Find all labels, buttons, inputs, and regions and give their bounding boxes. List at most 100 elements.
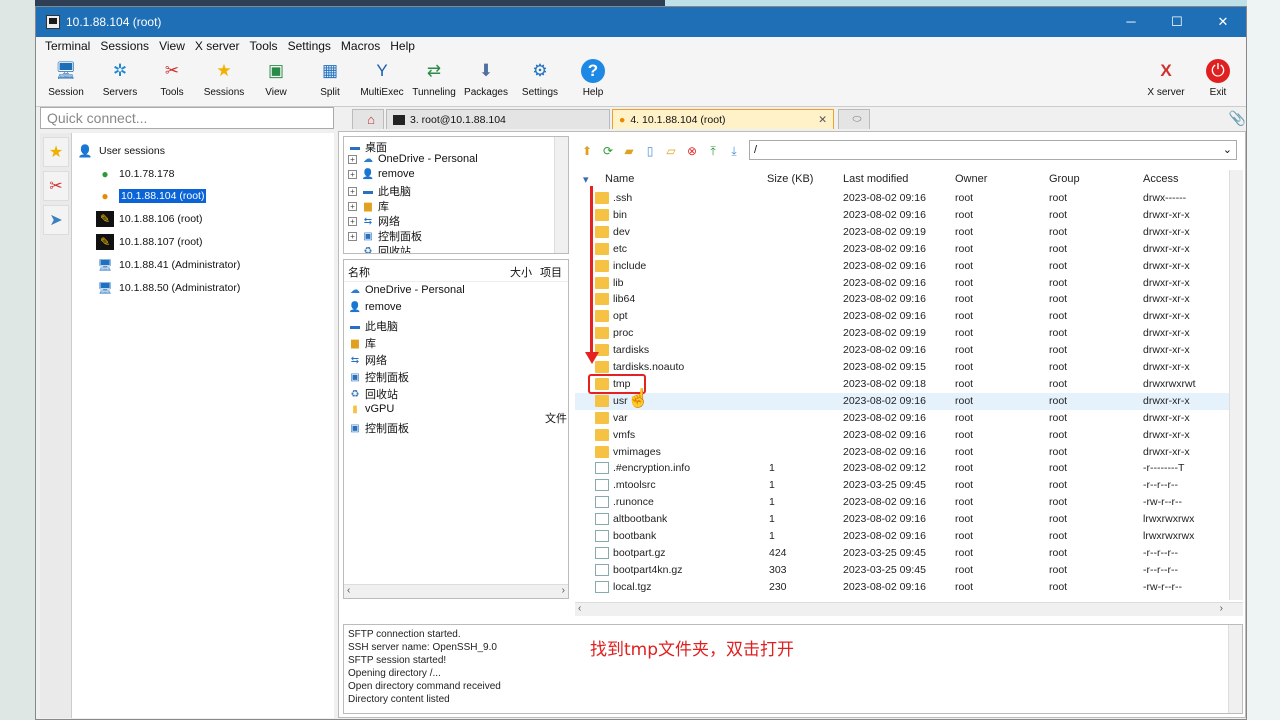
list-item[interactable]: ▣ 控制面板 xyxy=(348,369,409,385)
list-item[interactable]: ☁ OneDrive - Personal xyxy=(348,284,465,296)
toolbar-view-button[interactable]: ▣ View xyxy=(250,57,302,98)
path-input[interactable]: / ⌄ xyxy=(749,140,1237,160)
tree-item[interactable]: + ☁ OneDrive - Personal xyxy=(348,153,478,165)
menu-sessions[interactable]: Sessions xyxy=(95,39,154,53)
file-row-vmimages[interactable]: vmimages 2023-08-02 09:16 root root drwxr-xr… xyxy=(575,444,1229,461)
menu-settings[interactable]: Settings xyxy=(283,39,336,53)
col-size[interactable]: 大小 xyxy=(510,264,532,280)
toolbar-packages-button[interactable]: ⬇ Packages xyxy=(460,57,512,98)
list-item[interactable]: ⇆ 网络 xyxy=(348,352,387,368)
tab-sftp[interactable]: ● 4. 10.1.88.104 (root) ✕ xyxy=(612,109,834,129)
chevron-down-icon[interactable]: ⌄ xyxy=(1223,141,1232,159)
toolbar-settings-button[interactable]: ⚙ Settings xyxy=(514,57,566,98)
session-item[interactable]: 🖥 10.1.88.50 (Administrator) xyxy=(96,280,240,296)
col-owner[interactable]: Owner xyxy=(955,173,987,185)
file-row-lib64[interactable]: lib64 2023-08-02 09:16 root root drwxr-xr-x xyxy=(575,291,1229,308)
file-row-localtgz[interactable]: local.tgz 230 2023-08-02 09:16 root root -rw-… xyxy=(575,579,1229,596)
toolbar-servers-button[interactable]: ✲ Servers xyxy=(94,57,146,98)
tools-side-icon[interactable]: ✂ xyxy=(43,171,69,201)
file-row-tardisks[interactable]: tardisks 2023-08-02 09:16 root root drwxr-xr… xyxy=(575,342,1229,359)
toolbar-help-button[interactable]: ? Help xyxy=(567,57,619,98)
file-row-bootpartgz[interactable]: bootpart.gz 424 2023-03-25 09:45 root root -r… xyxy=(575,545,1229,562)
minimize-button[interactable]: ─ xyxy=(1108,14,1154,30)
file-row-dev[interactable]: dev 2023-08-02 09:19 root root drwxr-xr-x xyxy=(575,224,1229,241)
file-row-usr[interactable]: usr 2023-08-02 09:16 root root drwxr-xr-x xyxy=(575,392,1229,410)
list-item[interactable]: 👤 remove xyxy=(348,301,402,313)
download-icon[interactable]: ⤓ xyxy=(725,142,743,160)
file-row-include[interactable]: include 2023-08-02 09:16 root root drwxr-xr-… xyxy=(575,258,1229,275)
tree-item[interactable]: + ▬ 此电脑 xyxy=(348,183,411,199)
list-item[interactable]: ▮ vGPU xyxy=(348,403,394,415)
toolbar-exit-button[interactable]: ⏻ Exit xyxy=(1192,57,1244,98)
sessions-root[interactable]: 👤 User sessions xyxy=(76,143,165,159)
delete-icon[interactable]: ⊗ xyxy=(683,142,701,160)
expand-icon[interactable]: + xyxy=(348,216,357,226)
toolbar-tools-button[interactable]: ✂ Tools xyxy=(146,57,198,98)
attach-icon[interactable]: 📎 xyxy=(1229,110,1246,127)
session-item[interactable]: 🖥 10.1.88.41 (Administrator) xyxy=(96,257,240,273)
file-row-altbootbank[interactable]: altbootbank 1 2023-08-02 09:16 root root lrwx… xyxy=(575,511,1229,528)
file-row-bootbank[interactable]: bootbank 1 2023-08-02 09:16 root root lrwxrwx… xyxy=(575,528,1229,545)
list-item[interactable]: ▆ 库 xyxy=(348,335,376,351)
file-row-runonce[interactable]: .runonce 1 2023-08-02 09:16 root root -rw-r--… xyxy=(575,494,1229,511)
tree-item[interactable]: + ▆ 库 xyxy=(348,198,389,214)
file-row-var[interactable]: var 2023-08-02 09:16 root root drwxr-xr-x xyxy=(575,410,1229,427)
parent-folder-icon[interactable]: ⬆ xyxy=(578,142,596,160)
session-item[interactable]: ✎ 10.1.88.107 (root) xyxy=(96,234,202,250)
upload-icon[interactable]: ⤒ xyxy=(704,142,722,160)
tree-item[interactable]: + 👤 remove xyxy=(348,168,415,180)
file-list-hscroll[interactable]: ‹ › xyxy=(575,602,1243,616)
session-item[interactable]: ✎ 10.1.88.106 (root) xyxy=(96,211,202,227)
menu-terminal[interactable]: Terminal xyxy=(40,39,95,53)
file-row-bootpart4kngz[interactable]: bootpart4kn.gz 303 2023-03-25 09:45 root roo… xyxy=(575,562,1229,579)
expand-icon[interactable]: + xyxy=(348,231,357,241)
expand-icon[interactable]: + xyxy=(348,186,357,196)
tree-item[interactable]: ♻ 回收站 xyxy=(361,243,411,254)
col-modified[interactable]: Last modified xyxy=(843,173,908,185)
col-items[interactable]: 项目 xyxy=(540,264,562,280)
list-item[interactable]: ▬ 此电脑 xyxy=(348,318,398,334)
menu-tools[interactable]: Tools xyxy=(245,39,283,53)
quick-connect-input[interactable]: Quick connect... xyxy=(40,107,334,129)
list-item[interactable]: ▣ 控制面板 xyxy=(348,420,409,436)
file-row-mtoolsrc[interactable]: .mtoolsrc 1 2023-03-25 09:45 root root -r--r-… xyxy=(575,477,1229,494)
toolbar-sessions-button[interactable]: ★ Sessions xyxy=(198,57,250,98)
file-row-ssh[interactable]: .ssh 2023-08-02 09:16 root root drwx------ xyxy=(575,190,1229,207)
menu-view[interactable]: View xyxy=(154,39,190,53)
tree-item[interactable]: + ▣ 控制面板 xyxy=(348,228,422,244)
col-name[interactable]: 名称 xyxy=(348,264,370,280)
new-folder-icon[interactable]: ▰ xyxy=(620,142,638,160)
home-tab[interactable]: ⌂ xyxy=(352,109,384,129)
file-row-etc[interactable]: etc 2023-08-02 09:16 root root drwxr-xr-x xyxy=(575,241,1229,258)
menu-xserver[interactable]: X server xyxy=(190,39,245,53)
expand-icon[interactable]: + xyxy=(348,201,357,211)
toolbar-xserver-button[interactable]: XX server xyxy=(1140,57,1192,98)
toolbar-multiexec-button[interactable]: Y MultiExec xyxy=(356,57,408,98)
col-size[interactable]: Size (KB) xyxy=(767,173,813,185)
file-list-vscroll[interactable] xyxy=(1229,170,1243,600)
toolbar-tunneling-button[interactable]: ⇄ Tunneling xyxy=(408,57,460,98)
col-name[interactable]: Name xyxy=(605,173,634,185)
send-icon[interactable]: ➤ xyxy=(43,205,69,235)
new-tab-button[interactable]: ⬭ xyxy=(838,109,870,129)
new-file-icon[interactable]: ▯ xyxy=(641,142,659,160)
maximize-button[interactable]: ☐ xyxy=(1154,14,1200,30)
file-row-lib[interactable]: lib 2023-08-02 09:16 root root drwxr-xr-x xyxy=(575,275,1229,292)
tab-terminal[interactable]: 3. root@10.1.88.104 xyxy=(386,109,610,129)
toolbar-session-button[interactable]: 🖥 Session xyxy=(40,57,92,98)
expand-icon[interactable]: + xyxy=(348,154,357,164)
file-row-encryptioninfo[interactable]: .#encryption.info 1 2023-08-02 09:12 root ro… xyxy=(575,460,1229,477)
close-button[interactable]: ✕ xyxy=(1200,14,1246,30)
file-row-tardisksnoauto[interactable]: tardisks.noauto 2023-08-02 09:15 root root d… xyxy=(575,359,1229,376)
session-item-selected[interactable]: ● 10.1.88.104 (root) xyxy=(96,188,207,204)
col-access[interactable]: Access xyxy=(1143,173,1178,185)
file-row-tmp[interactable]: tmp 2023-08-02 09:18 root root drwxrwxrwt xyxy=(575,376,1229,393)
file-row-vmfs[interactable]: vmfs 2023-08-02 09:16 root root drwxr-xr-x xyxy=(575,427,1229,444)
toolbar-split-button[interactable]: ▦ Split xyxy=(304,57,356,98)
file-row-proc[interactable]: proc 2023-08-02 09:19 root root drwxr-xr-x xyxy=(575,325,1229,342)
tab-close-icon[interactable]: ✕ xyxy=(818,114,827,126)
col-group[interactable]: Group xyxy=(1049,173,1080,185)
session-item[interactable]: ● 10.1.78.178 xyxy=(96,166,174,182)
list-item[interactable]: ♻ 回收站 xyxy=(348,386,398,402)
favorites-star-icon[interactable]: ★ xyxy=(43,137,69,167)
